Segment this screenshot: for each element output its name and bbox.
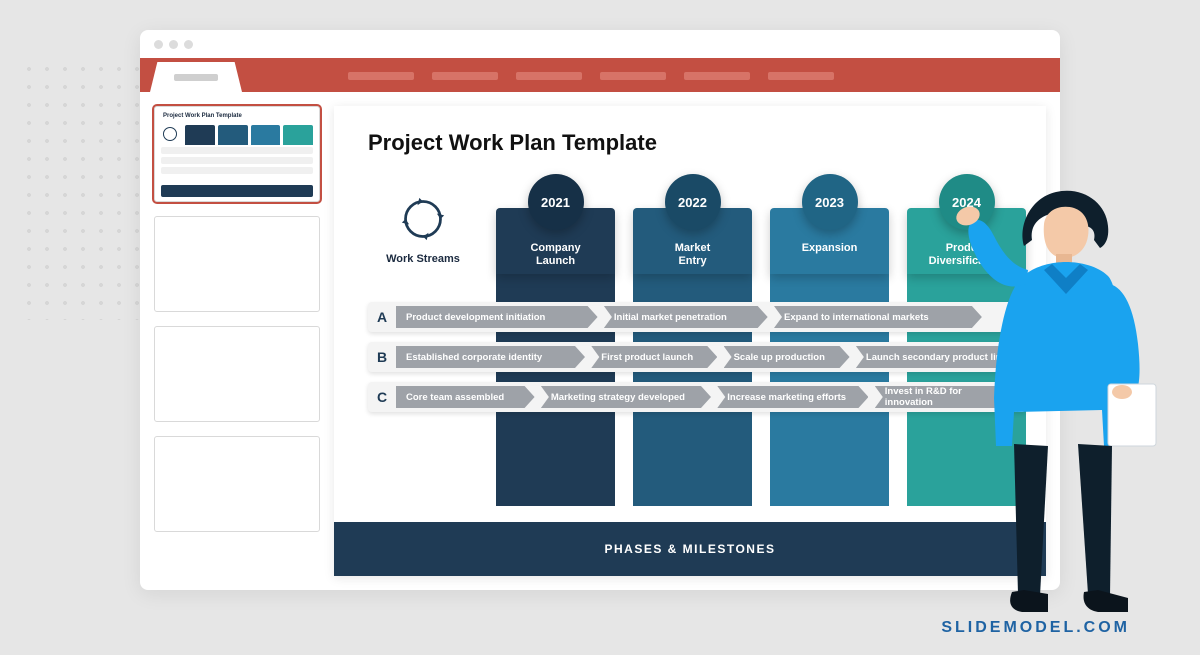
task-row: B Established corporate identity First pr…	[368, 342, 1026, 372]
brand-watermark: SLIDEMODEL.COM	[941, 619, 1130, 637]
window-dot	[169, 40, 178, 49]
slide-title: Project Work Plan Template	[334, 106, 1046, 164]
row-track: Product development initiation Initial ma…	[396, 302, 1026, 332]
row-label: C	[368, 382, 396, 412]
ribbon-tab[interactable]	[516, 72, 582, 80]
phase-col-1: 2021 CompanyLaunch	[496, 190, 615, 274]
task-row: A Product development initiation Initial …	[368, 302, 1026, 332]
ribbon-tab[interactable]	[432, 72, 498, 80]
window-titlebar	[140, 30, 1060, 58]
slide-thumbnail-1[interactable]: Project Work Plan Template	[154, 106, 320, 202]
slide-footer: PHASES & MILESTONES	[334, 522, 1046, 576]
cycle-icon	[400, 196, 446, 242]
slide-thumbnail-4[interactable]	[154, 436, 320, 532]
window-dot	[184, 40, 193, 49]
ribbon-tab-active[interactable]	[150, 62, 242, 92]
ribbon-bar	[140, 58, 1060, 92]
ribbon-tab[interactable]	[684, 72, 750, 80]
slide-thumbnail-2[interactable]	[154, 216, 320, 312]
task-arrow: Increase marketing efforts	[717, 386, 868, 408]
year-badge: 2023	[802, 174, 858, 230]
workstreams-label: Work Streams	[368, 253, 478, 265]
row-track: Established corporate identity First prod…	[396, 342, 1026, 372]
slide-thumbnail-panel: Project Work Plan Template	[154, 106, 320, 532]
thumb-title: Project Work Plan Template	[163, 113, 242, 119]
ribbon-tab[interactable]	[768, 72, 834, 80]
ribbon-tab[interactable]	[348, 72, 414, 80]
task-rows: A Product development initiation Initial …	[368, 302, 1026, 412]
slide-thumbnail-3[interactable]	[154, 326, 320, 422]
window-dot	[154, 40, 163, 49]
app-window: Project Work Plan Template Project Work …	[140, 30, 1060, 590]
row-label: A	[368, 302, 396, 332]
phase-header-row: Work Streams 2021 CompanyLaunch 2022 Mar…	[368, 190, 1026, 300]
workstreams-header: Work Streams	[368, 190, 478, 265]
phase-col-2: 2022 MarketEntry	[633, 190, 752, 274]
task-arrow: First product launch	[591, 346, 717, 368]
row-track: Core team assembled Marketing strategy de…	[396, 382, 1026, 412]
task-arrow: Scale up production	[724, 346, 850, 368]
ribbon-tab[interactable]	[600, 72, 666, 80]
presenter-illustration	[960, 188, 1160, 618]
slide-canvas[interactable]: Project Work Plan Template Work Str	[334, 106, 1046, 576]
task-row: C Core team assembled Marketing strategy …	[368, 382, 1026, 412]
row-label: B	[368, 342, 396, 372]
task-arrow: Core team assembled	[396, 386, 535, 408]
task-arrow: Expand to international markets	[774, 306, 982, 328]
task-arrow: Initial market penetration	[604, 306, 768, 328]
year-badge: 2022	[665, 174, 721, 230]
year-badge: 2021	[528, 174, 584, 230]
task-arrow: Marketing strategy developed	[541, 386, 711, 408]
phase-col-3: 2023 Expansion	[770, 190, 889, 274]
task-arrow: Product development initiation	[396, 306, 598, 328]
task-arrow: Established corporate identity	[396, 346, 585, 368]
